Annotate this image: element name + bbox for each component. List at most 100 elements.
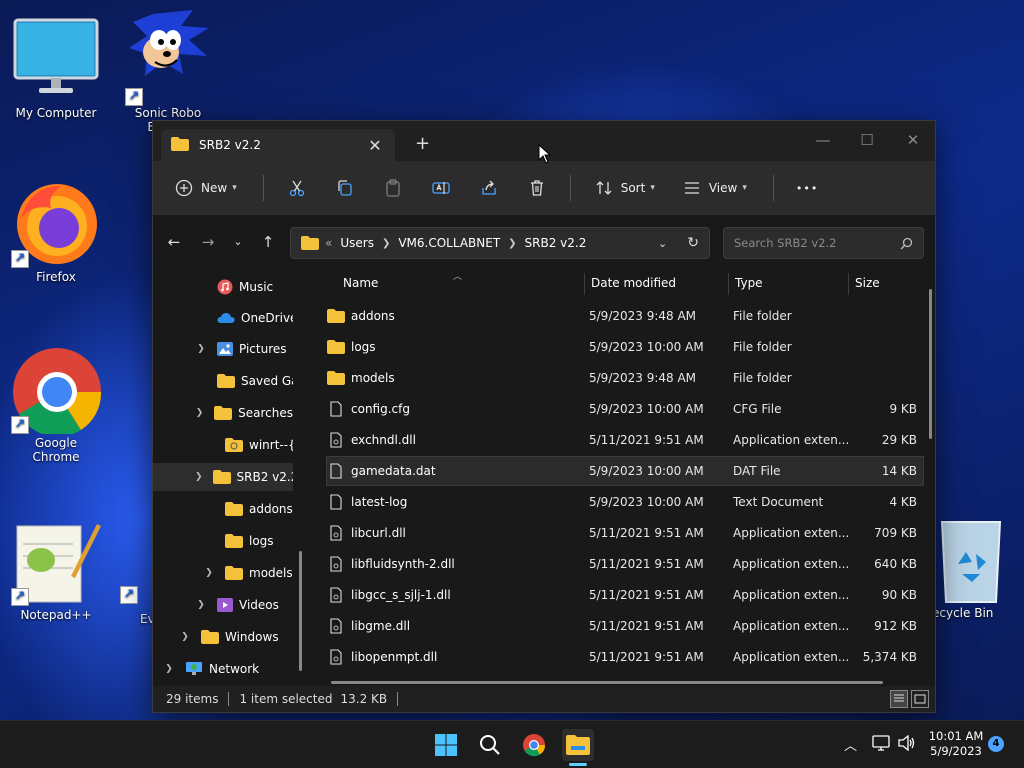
cut-icon[interactable] [286, 177, 308, 199]
delete-icon[interactable] [526, 177, 548, 199]
details-view-icon[interactable] [890, 690, 908, 708]
sidebar-item-music[interactable]: Music [153, 273, 293, 301]
search-icon[interactable] [900, 237, 913, 250]
share-icon[interactable] [478, 177, 500, 199]
sidebar-item-videos[interactable]: ❯ Videos [153, 591, 293, 619]
refresh-icon[interactable]: ↻ [687, 235, 699, 251]
sonic-icon: ↗ [123, 4, 213, 106]
sidebar-scrollbar[interactable] [299, 551, 302, 671]
breadcrumb-srb2[interactable]: SRB2 v2.2 [525, 236, 587, 250]
recent-locations-chevron-icon[interactable]: ⌄ [227, 235, 249, 248]
file-row[interactable]: latest-log 5/9/2023 10:00 AM Text Document… [327, 488, 923, 516]
tab-srb2[interactable]: SRB2 v2.2 ✕ [161, 129, 395, 161]
new-tab-button[interactable]: + [415, 133, 430, 154]
search-input[interactable] [734, 236, 900, 250]
desktop-icon-recycle-bin[interactable]: ecycle Bin [932, 518, 1024, 620]
volume-icon[interactable] [898, 734, 916, 754]
column-header-name[interactable]: Name [335, 271, 378, 299]
sidebar-item-onedrive[interactable]: OneDrive [153, 304, 293, 332]
sidebar-item-searches[interactable]: ❯ Searches [153, 399, 293, 427]
back-arrow-icon[interactable]: ← [163, 233, 185, 251]
file-type: Application exten... [733, 433, 850, 447]
notification-badge[interactable]: 4 [988, 736, 1004, 752]
tiles-view-icon[interactable] [911, 690, 929, 708]
sidebar-item-windows[interactable]: ❯ Windows [153, 623, 293, 651]
column-header-date[interactable]: Date modified [583, 271, 676, 299]
system-clock[interactable]: 10:01 AM 5/9/2023 [928, 729, 984, 759]
column-header-size[interactable]: Size [847, 271, 880, 299]
sidebar-item-addons[interactable]: addons [153, 495, 293, 523]
sort-button[interactable]: Sort ▾ [593, 177, 655, 199]
search-box[interactable] [723, 227, 924, 259]
file-row[interactable]: gamedata.dat 5/9/2023 10:00 AM DAT File 14 … [326, 456, 924, 486]
new-button[interactable]: New ▾ [173, 177, 237, 199]
forward-arrow-icon[interactable]: → [197, 233, 219, 251]
network-status-icon[interactable] [872, 735, 890, 754]
tab-close-button[interactable]: ✕ [365, 136, 385, 155]
sidebar-item-network[interactable]: ❯ Network [153, 655, 293, 678]
desktop-icon-notepad-plus-plus[interactable]: ↗ Notepad++ [10, 516, 102, 622]
file-row[interactable]: libopenmpt.dll 5/11/2021 9:51 AM Applicati… [327, 643, 923, 671]
sidebar-item-logs[interactable]: logs [153, 527, 293, 555]
file-list-vertical-scrollbar[interactable] [929, 289, 932, 439]
file-type: Application exten... [733, 557, 850, 571]
file-row[interactable]: models 5/9/2023 9:48 AM File folder [327, 364, 923, 392]
desktop-icon-google-chrome[interactable]: ↗ Google Chrome [10, 344, 102, 464]
desktop-icon-my-computer[interactable]: My Computer [10, 14, 102, 120]
chevron-right-icon[interactable]: ❯ [195, 600, 207, 610]
file-row[interactable]: exchndl.dll 5/11/2021 9:51 AM Application … [327, 426, 923, 454]
search-icon[interactable] [474, 729, 506, 761]
file-name-cell: libgme.dll [327, 618, 589, 634]
file-list-horizontal-scrollbar[interactable] [331, 681, 883, 684]
desktop-icon-sonic-robo-blast-2[interactable]: ↗ Sonic Robo Blast 2 [118, 4, 218, 134]
show-hidden-icons-chevron-up-icon[interactable]: ︿ [844, 735, 857, 754]
file-name: config.cfg [351, 402, 410, 416]
breadcrumb-vm6-collabnet[interactable]: VM6.COLLABNET [398, 236, 500, 250]
maximize-button[interactable]: ☐ [847, 127, 887, 153]
file-type: File folder [733, 309, 792, 323]
file-row[interactable]: addons 5/9/2023 9:48 AM File folder [327, 302, 923, 330]
chevron-down-icon[interactable]: ❯ [195, 408, 204, 418]
chevron-right-icon[interactable]: ❯ [179, 632, 191, 642]
file-row[interactable]: libcurl.dll 5/11/2021 9:51 AM Application … [327, 519, 923, 547]
new-button-label: New [201, 181, 228, 195]
close-button[interactable]: ✕ [893, 127, 933, 153]
chevron-right-icon[interactable]: ❯ [203, 568, 215, 578]
sidebar-item-models[interactable]: ❯ models [153, 559, 293, 587]
chevron-right-icon[interactable]: ❯ [163, 664, 175, 674]
paste-icon[interactable] [382, 177, 404, 199]
file-row[interactable]: libgcc_s_sjlj-1.dll 5/11/2021 9:51 AM Appl… [327, 581, 923, 609]
chrome-icon[interactable] [518, 729, 550, 761]
sidebar-item-pictures[interactable]: ❯ Pictures [153, 335, 293, 363]
sidebar-item-saved-games[interactable]: Saved Gar [153, 367, 293, 395]
file-name: addons [351, 309, 395, 323]
more-options-button[interactable]: ••• [796, 182, 818, 195]
file-name-cell: libgcc_s_sjlj-1.dll [327, 587, 589, 603]
start-button-windows-icon[interactable] [430, 729, 462, 761]
up-arrow-icon[interactable]: ↑ [257, 233, 279, 251]
sidebar-item-winrt[interactable]: winrt--{S [153, 431, 293, 459]
file-row[interactable]: libfluidsynth-2.dll 5/11/2021 9:51 AM Appl… [327, 550, 923, 578]
file-row[interactable]: libgme.dll 5/11/2021 9:51 AM Application e… [327, 612, 923, 640]
sidebar-item-srb2[interactable]: ❯ SRB2 v2.2 [153, 463, 293, 491]
file-row[interactable]: config.cfg 5/9/2023 10:00 AM CFG File 9 KB [327, 395, 923, 423]
copy-icon[interactable] [334, 177, 356, 199]
minimize-button[interactable]: — [803, 127, 843, 153]
breadcrumb-overflow[interactable]: « [325, 236, 332, 250]
file-date: 5/9/2023 10:00 AM [589, 340, 704, 354]
view-button[interactable]: View ▾ [681, 177, 747, 199]
chevron-down-icon[interactable]: ❯ [195, 472, 203, 482]
file-row[interactable]: logs 5/9/2023 10:00 AM File folder [327, 333, 923, 361]
desktop-icon-firefox[interactable]: ↗ Firefox [10, 178, 102, 284]
file-type: CFG File [733, 402, 782, 416]
address-bar[interactable]: « Users ❯ VM6.COLLABNET ❯ SRB2 v2.2 ⌄ ↻ [290, 227, 710, 259]
address-dropdown-chevron-icon[interactable]: ⌄ [658, 237, 667, 250]
file-explorer-icon[interactable] [562, 729, 594, 761]
column-header-type[interactable]: Type [727, 271, 763, 299]
breadcrumb-users[interactable]: Users [340, 236, 374, 250]
address-row: ← → ⌄ ↑ « Users ❯ VM6.COLLABNET ❯ SRB2 v… [153, 215, 935, 271]
sidebar-item-label: addons [249, 502, 293, 516]
rename-icon[interactable] [430, 177, 452, 199]
desktop-icon-ev[interactable]: ↗ Ev [118, 586, 155, 626]
chevron-right-icon[interactable]: ❯ [195, 344, 207, 354]
